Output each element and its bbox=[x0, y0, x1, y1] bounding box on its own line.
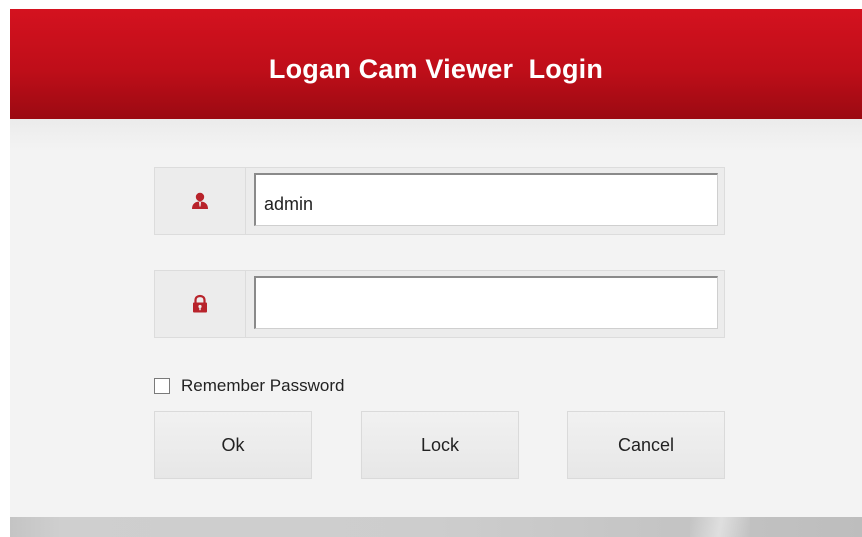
remember-password-checkbox[interactable] bbox=[154, 378, 170, 394]
title-bar: Logan Cam Viewer Login bbox=[10, 9, 862, 119]
user-icon bbox=[192, 192, 208, 209]
ok-button[interactable]: Ok bbox=[154, 411, 312, 479]
login-form: Remember Password Ok Lock Cancel bbox=[10, 119, 862, 517]
remember-password[interactable]: Remember Password bbox=[154, 375, 344, 397]
password-row bbox=[154, 270, 725, 338]
bottom-strip-highlight bbox=[690, 517, 750, 537]
remember-password-label[interactable]: Remember Password bbox=[181, 376, 344, 396]
login-window: Logan Cam Viewer Login admin Remember Pa… bbox=[10, 9, 862, 537]
password-input[interactable] bbox=[254, 276, 718, 329]
username-icon-cell bbox=[155, 168, 246, 234]
window-title: Logan Cam Viewer Login bbox=[268, 53, 604, 84]
username-row bbox=[154, 167, 725, 235]
cancel-button[interactable]: Cancel bbox=[567, 411, 725, 479]
username-input[interactable] bbox=[254, 173, 718, 226]
lock-button[interactable]: Lock bbox=[361, 411, 519, 479]
password-icon-cell bbox=[155, 271, 246, 337]
lock-icon bbox=[193, 294, 207, 313]
